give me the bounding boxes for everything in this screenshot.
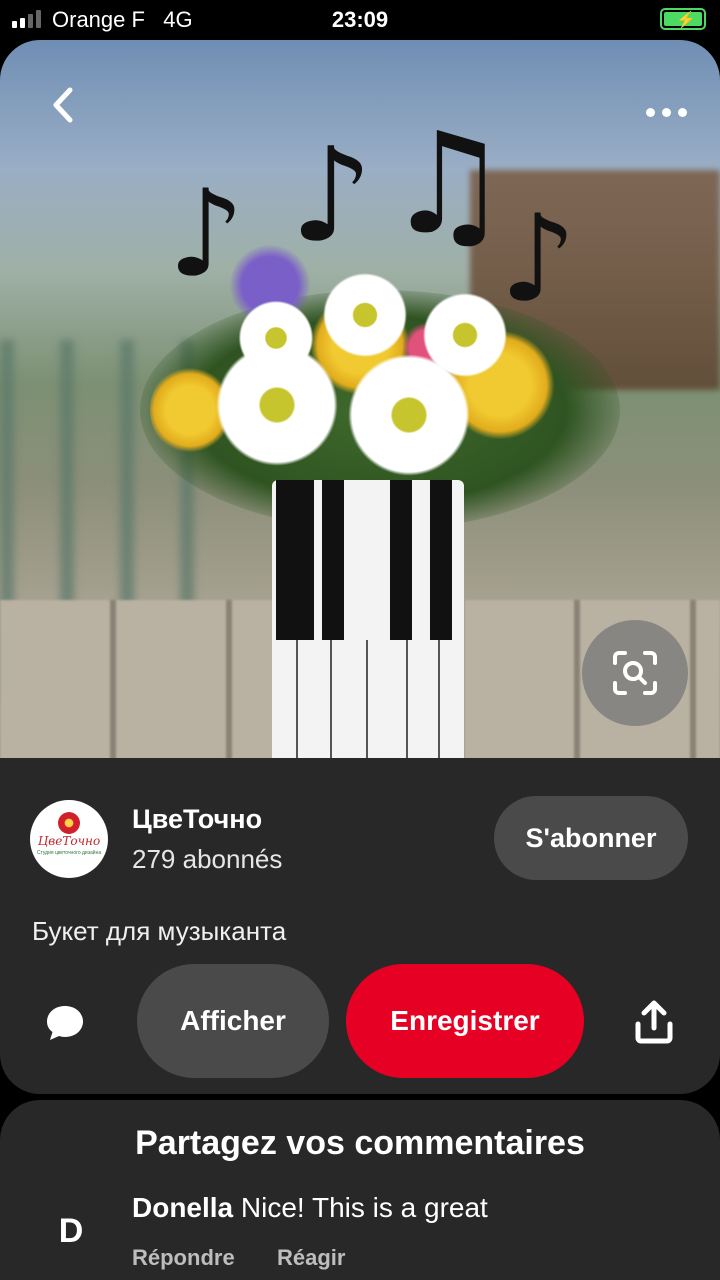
avatar-logo-subtext: Студия цветочного дизайна	[36, 850, 102, 856]
battery-icon: ⚡	[660, 8, 706, 30]
comment-author[interactable]: Donella	[132, 1192, 233, 1223]
more-dots-icon	[646, 108, 655, 117]
creator-row: ЦвеТочно Студия цветочного дизайна ЦвеТо…	[30, 796, 690, 880]
pin-card: ♪ ♪ ♫ ♪ ЦвеТочно Студия цветочного дизай…	[0, 40, 720, 1094]
speech-bubble-icon	[47, 1006, 83, 1040]
charging-bolt-icon: ⚡	[676, 12, 696, 29]
comments-title: Partagez vos commentaires	[135, 1124, 585, 1162]
music-note-decoration: ♫	[385, 103, 511, 266]
share-icon	[635, 1000, 673, 1044]
save-button[interactable]: Enregistrer	[346, 964, 584, 1078]
status-time: 23:09	[331, 7, 389, 32]
comment-text: Nice! This is a great	[240, 1192, 488, 1223]
comment-button[interactable]	[44, 1002, 86, 1044]
creator-avatar[interactable]: ЦвеТочно Студия цветочного дизайна	[30, 800, 108, 878]
piano-vase	[272, 480, 464, 758]
flower-logo-icon	[58, 812, 80, 834]
view-button[interactable]: Afficher	[137, 964, 329, 1078]
comment-item: Donella Nice! This is a great	[132, 1192, 488, 1224]
music-note-decoration: ♪	[500, 190, 577, 329]
chevron-left-icon	[53, 87, 73, 123]
comment-avatar[interactable]: D	[34, 1194, 108, 1268]
status-bar: Orange F 4G 23:09 ⚡	[0, 0, 720, 40]
comments-section: Partagez vos commentaires D Donella Nice…	[0, 1100, 720, 1280]
pin-title: Букет для музыканта	[32, 916, 287, 946]
follow-button[interactable]: S'abonner	[494, 796, 688, 880]
creator-name[interactable]: ЦвеТочно	[132, 804, 262, 835]
follower-count: 279 abonnés	[132, 844, 283, 874]
avatar-logo-text: ЦвеТочно	[37, 834, 101, 848]
music-note-decoration: ♪	[290, 119, 373, 271]
reply-button[interactable]: Répondre	[132, 1245, 235, 1271]
back-button[interactable]	[42, 82, 88, 128]
share-button[interactable]	[634, 1000, 674, 1044]
react-button[interactable]: Réagir	[277, 1245, 345, 1271]
visual-search-button[interactable]	[582, 620, 688, 726]
more-options-button[interactable]	[646, 96, 698, 126]
action-bar: Afficher Enregistrer	[0, 964, 720, 1080]
lens-icon	[613, 651, 657, 695]
